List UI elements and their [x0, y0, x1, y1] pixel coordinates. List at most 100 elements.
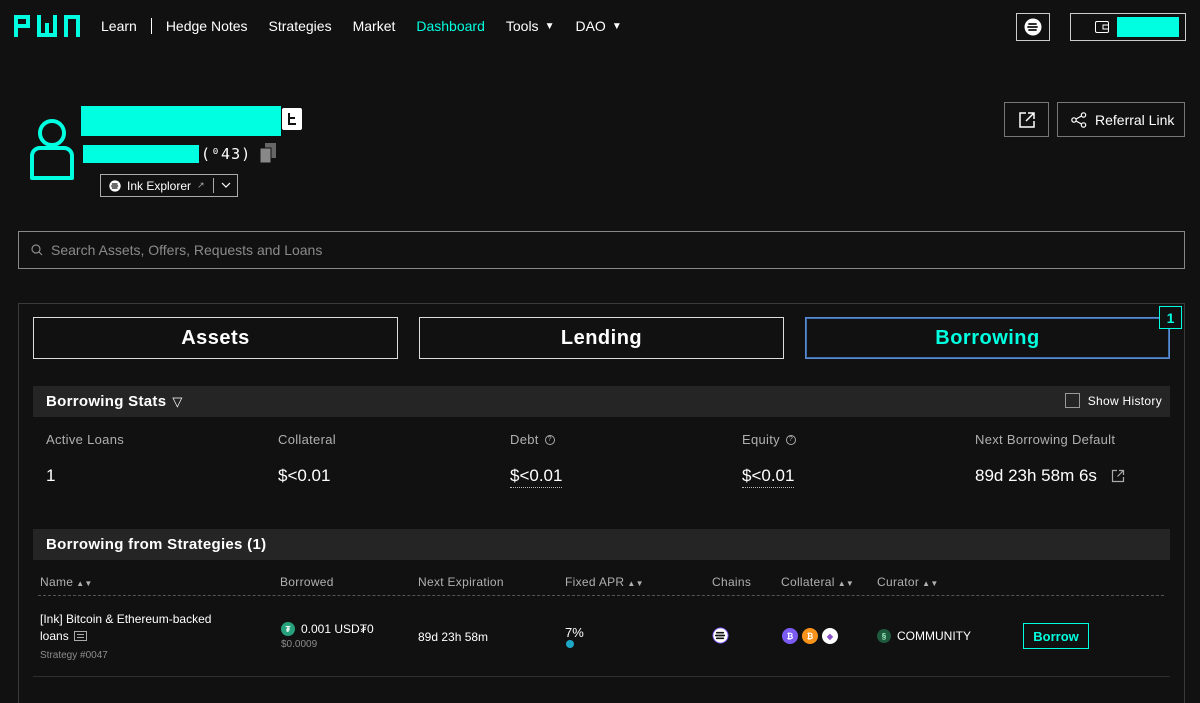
show-history-label: Show History — [1087, 393, 1162, 408]
nav-links: Learn Hedge Notes Strategies Market Dash… — [101, 18, 643, 34]
info-icon[interactable]: ? — [544, 434, 555, 445]
document-icon — [73, 631, 87, 641]
curator-name[interactable]: COMMUNITY — [897, 629, 971, 643]
col-chains: Chains — [712, 575, 752, 589]
strategy-id: Strategy #0047 — [40, 650, 108, 661]
row-divider — [33, 676, 1170, 677]
nav-tools-label: Tools — [505, 18, 539, 34]
strategies-title: Borrowing from Strategies (1) — [46, 536, 267, 553]
borrowed-amount: 0.001 USD₮0 — [301, 622, 374, 636]
stat-label-equity-text: Equity — [742, 432, 780, 447]
borrowing-stats-header[interactable]: Borrowing Stats ▽ Show History — [33, 386, 1170, 417]
search-icon — [31, 244, 43, 256]
table-header-rule — [38, 595, 1164, 596]
col-fixed-apr-label: Fixed APR — [565, 575, 625, 589]
community-curator-icon: § — [877, 629, 891, 643]
share-profile-button[interactable] — [1004, 102, 1049, 137]
usdt-icon: ₮ — [281, 622, 295, 636]
name-service-icon[interactable] — [282, 108, 302, 130]
wallet-icon — [1095, 21, 1109, 33]
stat-label-collateral: Collateral — [278, 432, 336, 447]
col-collateral-label: Collateral — [781, 575, 835, 589]
top-nav: Learn Hedge Notes Strategies Market Dash… — [0, 0, 1200, 56]
explorer-dropdown[interactable]: Ink Explorer ↗ — [100, 174, 238, 197]
next-expiration: 89d 23h 58m — [418, 630, 489, 644]
sort-icon: ▲▼ — [837, 579, 855, 588]
search-bar — [18, 231, 1185, 269]
nav-tools[interactable]: Tools ▼ — [506, 18, 555, 34]
copy-icon[interactable] — [260, 143, 276, 163]
referral-link-label: Referral Link — [1095, 111, 1175, 128]
nav-divider — [150, 18, 152, 34]
search-input[interactable] — [51, 242, 951, 258]
chain-switch-button[interactable] — [1016, 13, 1050, 41]
stat-label-equity: Equity ? — [742, 432, 796, 447]
stat-value-active-loans: 1 — [46, 466, 56, 485]
bitcoin-icon: ₿ — [802, 628, 818, 644]
strategy-name-line1[interactable]: [Ink] Bitcoin & Ethereum-backed — [40, 612, 211, 626]
nav-dashboard[interactable]: Dashboard — [416, 18, 485, 34]
show-history-checkbox[interactable] — [1064, 393, 1080, 408]
strategy-name-line2-text: loans — [40, 629, 69, 643]
dropdown-divider — [212, 178, 214, 193]
nav-hedge-notes[interactable]: Hedge Notes — [166, 18, 248, 34]
nav-dao-label: DAO — [575, 18, 606, 34]
fixed-apr: 7% — [565, 625, 584, 640]
apr-reward-icon — [566, 640, 574, 648]
external-link-icon: ↗ — [197, 180, 205, 190]
nav-dao[interactable]: DAO ▼ — [575, 18, 621, 34]
sort-icon: ▲▼ — [922, 579, 939, 588]
info-icon[interactable]: ? — [785, 434, 796, 445]
stat-value-debt-text: $<0.01 — [510, 466, 563, 488]
borrow-button[interactable]: Borrow — [1023, 623, 1089, 649]
referral-link-button[interactable]: Referral Link — [1057, 102, 1185, 137]
wallet-button[interactable] — [1070, 13, 1186, 41]
ink-chain-icon — [712, 627, 729, 644]
nav-strategies[interactable]: Strategies — [269, 18, 332, 34]
col-name[interactable]: Name ▲▼ — [40, 575, 93, 589]
col-borrowed: Borrowed — [280, 575, 334, 589]
tab-lending[interactable]: Lending — [419, 317, 784, 359]
borrowed-usd: $0.0009 — [281, 639, 318, 650]
stat-label-debt-text: Debt — [510, 432, 539, 447]
pwn-logo[interactable] — [14, 15, 80, 37]
triangle-down-icon: ▽ — [172, 393, 183, 409]
wbtc-icon: ₿ — [782, 628, 798, 644]
stat-label-next-default: Next Borrowing Default — [975, 432, 1116, 447]
col-next-expiration: Next Expiration — [418, 575, 504, 589]
ethereum-icon: ◆ — [822, 628, 838, 644]
stat-value-equity-text: $<0.01 — [742, 466, 795, 488]
col-name-label: Name — [40, 575, 74, 589]
stat-value-debt[interactable]: $<0.01 — [510, 466, 563, 488]
col-curator[interactable]: Curator ▲▼ — [877, 575, 939, 589]
stat-label-debt: Debt ? — [510, 432, 555, 447]
user-avatar-icon — [30, 119, 74, 180]
chevron-down-icon[interactable] — [221, 180, 231, 191]
strategy-name-line2[interactable]: loans — [40, 629, 87, 643]
borrowing-count-badge: 1 — [1159, 306, 1182, 329]
ink-chain-icon — [1024, 18, 1042, 36]
nav-market[interactable]: Market — [353, 18, 396, 34]
col-curator-label: Curator — [877, 575, 920, 589]
strategies-header: Borrowing from Strategies (1) — [33, 529, 1170, 560]
caret-down-icon: ▼ — [611, 20, 622, 32]
borrowing-stats-title: Borrowing Stats — [46, 393, 167, 410]
address-redacted — [83, 145, 199, 163]
col-fixed-apr[interactable]: Fixed APR ▲▼ — [565, 575, 644, 589]
tab-assets[interactable]: Assets — [33, 317, 398, 359]
stat-value-collateral: $<0.01 — [278, 466, 331, 485]
show-history-toggle[interactable]: Show History — [1064, 393, 1162, 408]
external-link-icon[interactable] — [1111, 469, 1125, 483]
stat-value-next-default-text: 89d 23h 58m 6s — [975, 466, 1097, 485]
stat-value-next-default: 89d 23h 58m 6s — [975, 466, 1125, 486]
dashboard-panel — [18, 303, 1185, 703]
address-suffix: (⁰43) — [201, 145, 252, 163]
stat-value-equity[interactable]: $<0.01 — [742, 466, 795, 488]
col-collateral[interactable]: Collateral ▲▼ — [781, 575, 854, 589]
explorer-label: Ink Explorer — [127, 178, 192, 193]
external-link-icon — [1018, 111, 1035, 128]
nav-learn[interactable]: Learn — [101, 18, 137, 34]
stat-label-active-loans: Active Loans — [46, 432, 125, 447]
wallet-address-redacted — [1117, 17, 1179, 37]
tab-borrowing[interactable]: Borrowing — [805, 317, 1170, 359]
